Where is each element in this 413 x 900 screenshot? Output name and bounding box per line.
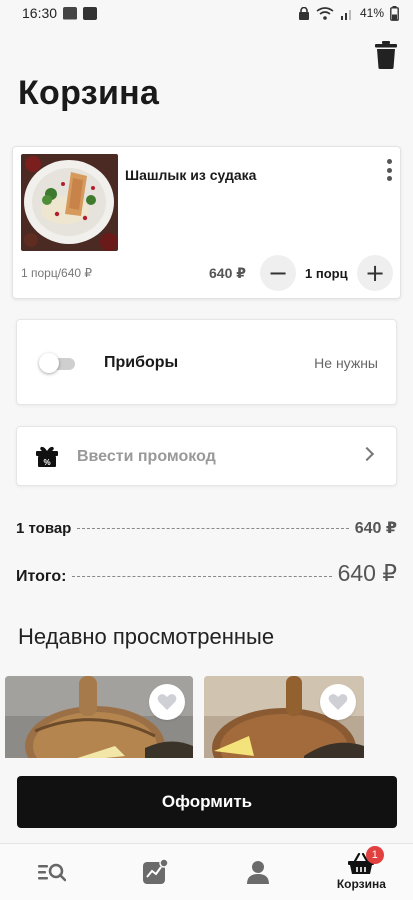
- recently-viewed-title: Недавно просмотренные: [18, 624, 275, 649]
- checkout-button[interactable]: Оформить: [17, 776, 397, 828]
- dish-image[interactable]: [21, 154, 118, 251]
- item-quantity: 1 порц: [305, 266, 348, 281]
- trash-icon: [375, 41, 397, 69]
- cutlery-toggle[interactable]: [39, 352, 75, 374]
- portion-info: 1 порц/640 ₽: [21, 266, 93, 280]
- nav-item-promo[interactable]: [103, 844, 206, 900]
- cart-count-badge: 1: [365, 846, 384, 864]
- total-value: 640 ₽: [337, 560, 397, 586]
- nav-item-cart[interactable]: Корзина 1: [310, 844, 413, 900]
- heart-icon: [157, 694, 177, 710]
- page-title: Корзина: [18, 74, 160, 112]
- menu-search-icon: [37, 863, 66, 882]
- battery-icon: [390, 5, 399, 21]
- cutlery-label: Приборы: [104, 354, 179, 371]
- nav-item-profile[interactable]: [207, 844, 310, 900]
- heart-icon: [328, 694, 348, 710]
- bottom-nav: Корзина 1: [0, 843, 413, 900]
- dish-name[interactable]: Шашлык из судака: [125, 167, 256, 183]
- item-price: 640 ₽: [209, 265, 246, 281]
- cutlery-value[interactable]: Не нужны: [314, 355, 378, 371]
- gift-icon: %: [36, 446, 58, 467]
- status-bar: 16:30 41%: [0, 0, 413, 26]
- recent-item-card[interactable]: [204, 676, 364, 766]
- signal-icon: [340, 9, 351, 20]
- items-count-label: 1 товар: [16, 520, 72, 537]
- promo-label: Ввести промокод: [77, 448, 216, 465]
- increase-quantity-button[interactable]: +: [357, 255, 393, 291]
- favorite-button[interactable]: [320, 684, 356, 720]
- cart-item-card: Шашлык из судака 1 порц/640 ₽ 640 ₽ − 1 …: [12, 146, 401, 299]
- nav-label-cart: Корзина: [336, 877, 386, 891]
- gallery-notification-icon: [63, 6, 78, 20]
- status-time: 16:30: [22, 5, 58, 21]
- svg-text:%: %: [43, 458, 50, 467]
- more-options-icon[interactable]: [383, 157, 395, 183]
- check-notification-icon: [83, 6, 98, 20]
- profile-icon: [247, 861, 270, 884]
- total-label: Итого:: [16, 568, 67, 585]
- favorite-button[interactable]: [149, 684, 185, 720]
- wifi-icon: [316, 6, 334, 20]
- battery-percent: 41%: [359, 6, 384, 20]
- items-summary-row: 1 товар 640 ₽: [16, 518, 397, 538]
- promo-code-row[interactable]: % Ввести промокод: [16, 426, 397, 486]
- cutlery-card: Приборы Не нужны: [16, 319, 397, 405]
- clear-cart-button[interactable]: [372, 40, 400, 70]
- nav-item-menu[interactable]: [0, 844, 103, 900]
- chevron-right-icon: [359, 446, 375, 462]
- promo-chart-icon: [142, 859, 168, 884]
- recent-item-card[interactable]: [5, 676, 193, 766]
- items-subtotal: 640 ₽: [354, 520, 397, 537]
- decrease-quantity-button[interactable]: −: [260, 255, 296, 291]
- lock-icon: [298, 6, 309, 20]
- total-row: Итого: 640 ₽: [16, 560, 397, 587]
- checkout-area: Оформить: [0, 758, 413, 842]
